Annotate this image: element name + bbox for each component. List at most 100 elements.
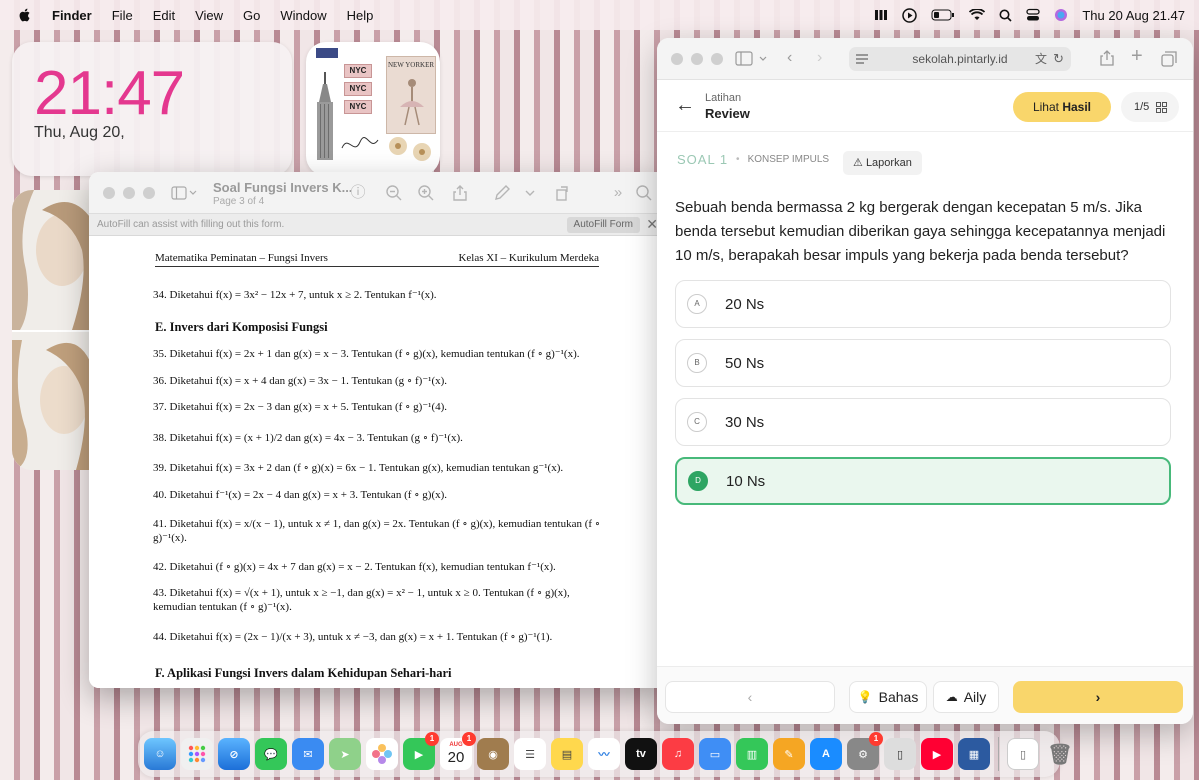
- menu-window[interactable]: Window: [280, 8, 326, 23]
- menu-view[interactable]: View: [195, 8, 223, 23]
- menu-app-name[interactable]: Finder: [52, 8, 92, 23]
- photo-widget[interactable]: NYC NYC NYC NEW YORKER: [306, 42, 440, 176]
- stats-icon[interactable]: [874, 8, 888, 22]
- reminders-icon[interactable]: ☰: [514, 738, 546, 770]
- safari-icon[interactable]: ⊘: [218, 738, 250, 770]
- minimize-window-button[interactable]: [691, 53, 703, 65]
- menu-go[interactable]: Go: [243, 8, 260, 23]
- search-icon[interactable]: [999, 9, 1012, 22]
- pdf-page[interactable]: Matematika Peminatan – Fungsi Invers Kel…: [89, 236, 659, 688]
- system-settings-icon[interactable]: ⚙ 1: [847, 732, 883, 770]
- freeform-icon[interactable]: 〰: [588, 738, 620, 770]
- minimize-window-button[interactable]: [123, 186, 135, 199]
- quiz-mode-label: Latihan: [705, 92, 742, 104]
- markup-pen-icon[interactable]: [493, 184, 511, 202]
- notes-icon[interactable]: ▤: [551, 738, 583, 770]
- reload-icon[interactable]: ↻: [1053, 47, 1064, 71]
- back-icon[interactable]: ‹: [787, 49, 792, 67]
- launchpad-icon[interactable]: [181, 738, 213, 770]
- clock-widget[interactable]: 21:47 Thu, Aug 20,: [12, 42, 292, 176]
- apple-icon[interactable]: [16, 7, 34, 23]
- apple-tv-icon[interactable]: tv: [625, 738, 657, 770]
- nyc-badge: NYC: [344, 82, 372, 96]
- quiz-footer: ‹ 💡 Bahas ☁ Aily ›: [657, 666, 1193, 724]
- answer-option-c[interactable]: C 30 Ns: [675, 398, 1171, 446]
- aily-icon: ☁: [945, 690, 958, 704]
- more-tools-icon[interactable]: »: [609, 184, 627, 202]
- lihat-hasil-bold: Hasil: [1062, 100, 1092, 114]
- menu-help[interactable]: Help: [347, 8, 374, 23]
- browser-window[interactable]: ‹ › sekolah.pintarly.id 文 ↻ + ← Latihan …: [657, 38, 1193, 724]
- pdf-question: 44. Diketahui f(x) = (2x − 1)/(x + 3), u…: [153, 631, 553, 643]
- play-icon[interactable]: [902, 7, 918, 23]
- autofill-form-button[interactable]: AutoFill Form: [566, 217, 640, 233]
- pdf-question: 43. Diketahui f(x) = √(x + 1), untuk x ≥…: [153, 587, 570, 613]
- messages-icon[interactable]: 💬: [255, 738, 287, 770]
- document-icon[interactable]: ▯: [1007, 738, 1039, 770]
- answer-option-a[interactable]: A 20 Ns: [675, 280, 1171, 328]
- menu-file[interactable]: File: [112, 8, 133, 23]
- question-navigator-button[interactable]: 1/5: [1121, 92, 1179, 122]
- menu-edit[interactable]: Edit: [153, 8, 175, 23]
- info-icon[interactable]: ⓘ: [349, 184, 367, 202]
- portrait-widget[interactable]: [12, 190, 92, 470]
- mail-icon[interactable]: ✉: [292, 738, 324, 770]
- close-window-button[interactable]: [103, 186, 115, 199]
- share-icon[interactable]: [1099, 49, 1115, 67]
- menu-datetime[interactable]: Thu 20 Aug 21.47: [1082, 8, 1185, 23]
- finder-icon[interactable]: ☺: [144, 738, 176, 770]
- facetime-icon[interactable]: ▶ 1: [403, 732, 439, 770]
- keynote-icon[interactable]: ▭: [699, 738, 731, 770]
- laporkan-button[interactable]: ⚠ Laporkan: [843, 151, 922, 175]
- siri-icon[interactable]: [1054, 8, 1068, 22]
- calendar-day: 20: [447, 749, 465, 766]
- tabs-overview-icon[interactable]: [1161, 51, 1177, 67]
- zoom-window-button[interactable]: [711, 53, 723, 65]
- zoom-out-icon[interactable]: [385, 184, 403, 202]
- trash-icon[interactable]: 🗑: [1044, 738, 1076, 770]
- sidebar-toggle-icon[interactable]: [171, 186, 197, 200]
- app-store-icon[interactable]: A: [810, 738, 842, 770]
- preview-icon[interactable]: ▦: [958, 738, 990, 770]
- new-tab-icon[interactable]: +: [1131, 45, 1143, 68]
- window-controls: [103, 186, 163, 199]
- aily-button[interactable]: ☁ Aily: [933, 681, 999, 713]
- previous-question-button[interactable]: ‹: [665, 681, 835, 713]
- search-icon[interactable]: [635, 184, 653, 202]
- sidebar-toggle-icon[interactable]: [735, 51, 769, 67]
- battery-icon[interactable]: [931, 9, 955, 21]
- zoom-in-icon[interactable]: [417, 184, 435, 202]
- calendar-icon[interactable]: AUG 20 1: [440, 732, 476, 770]
- window-controls: [671, 53, 731, 65]
- answer-option-b[interactable]: B 50 Ns: [675, 339, 1171, 387]
- numbers-icon[interactable]: ▥: [736, 738, 768, 770]
- bahas-button[interactable]: 💡 Bahas: [849, 681, 927, 713]
- share-icon[interactable]: [451, 184, 469, 202]
- answer-option-d[interactable]: D 10 Ns: [675, 457, 1171, 505]
- wifi-icon[interactable]: [969, 9, 986, 21]
- maps-icon[interactable]: ➤: [329, 738, 361, 770]
- next-question-button[interactable]: ›: [1013, 681, 1183, 713]
- dock: ☺ ⊘ 💬 ✉ ➤ ▶ 1 AUG 20 1 ◉ ☰ ▤ 〰 tv ♫ ▭ ▥ ✎…: [138, 731, 1073, 777]
- reader-icon[interactable]: [855, 53, 869, 65]
- pages-icon[interactable]: ✎: [773, 738, 805, 770]
- nyc-badge: NYC: [344, 100, 372, 114]
- translate-icon[interactable]: 文: [1035, 47, 1047, 71]
- back-arrow-icon[interactable]: ←: [675, 94, 695, 117]
- contacts-icon[interactable]: ◉: [477, 738, 509, 770]
- photos-icon[interactable]: [366, 738, 398, 770]
- rotate-icon[interactable]: [553, 184, 571, 202]
- zoom-window-button[interactable]: [143, 186, 155, 199]
- youtube-icon[interactable]: ▶: [921, 738, 953, 770]
- music-icon[interactable]: ♫: [662, 738, 694, 770]
- ballerina-illustration: [400, 79, 424, 126]
- lihat-hasil-button[interactable]: Lihat Hasil: [1013, 92, 1111, 122]
- option-text: 20 Ns: [725, 295, 765, 313]
- forward-icon[interactable]: ›: [817, 49, 822, 67]
- chevron-down-icon[interactable]: [521, 184, 539, 202]
- iphone-mirroring-icon[interactable]: ▯: [884, 738, 916, 770]
- close-window-button[interactable]: [671, 53, 683, 65]
- pdf-preview-window[interactable]: Soal Fungsi Invers K... Page 3 of 4 ⓘ » …: [89, 172, 666, 688]
- address-bar[interactable]: sekolah.pintarly.id 文 ↻: [849, 47, 1071, 71]
- control-center-icon[interactable]: [1026, 8, 1040, 22]
